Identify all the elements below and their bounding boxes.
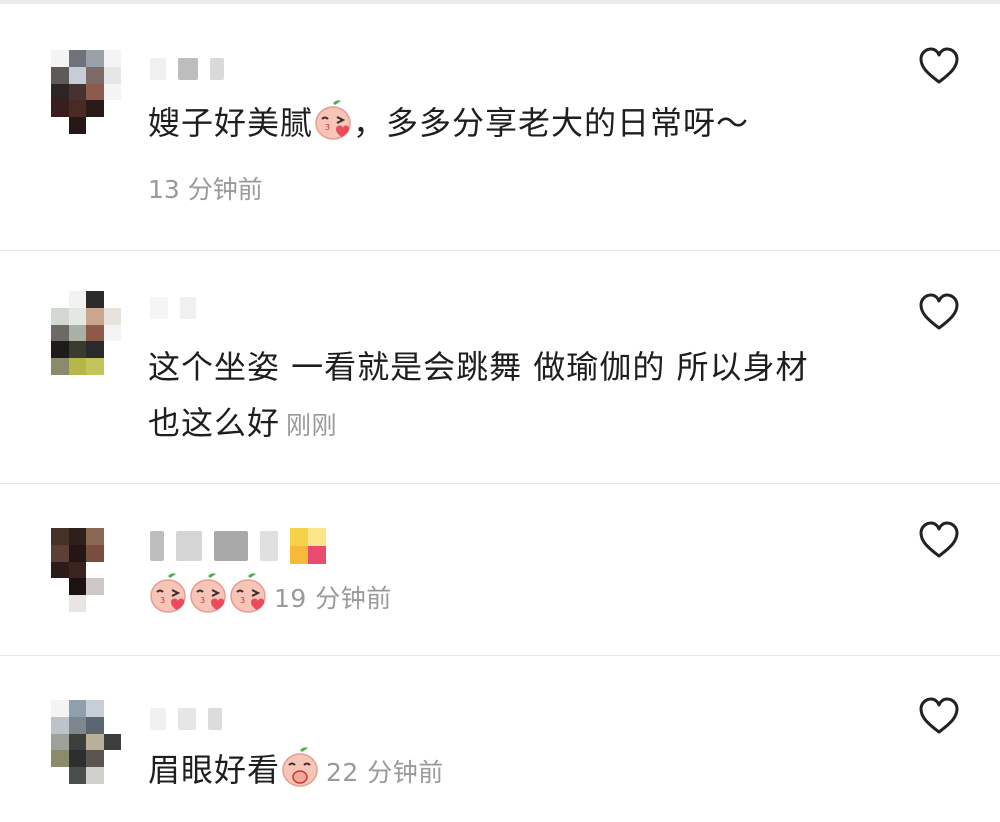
svg-text:3: 3 [200,596,206,605]
blushing-peach-emoji: 3 [313,98,353,142]
comment-item: 嫂子好美腻 3 ，多多分享老大的日常呀～ 13 分钟前 [0,0,1000,250]
comment-text-line2: 也这么好 [148,404,281,442]
svg-text:3: 3 [240,596,246,605]
username-blurred[interactable] [150,295,196,321]
comment-item: 这个坐姿 一看就是会跳舞 做瑜伽的 所以身材 也这么好 刚刚 [0,251,1000,483]
avatar[interactable] [51,700,121,784]
username-blurred[interactable] [150,706,222,732]
comment-text: 这个坐姿 一看就是会跳舞 做瑜伽的 所以身材 也这么好 刚刚 [148,339,809,454]
comment-text: 眉眼好看 22 分钟前 [148,742,444,801]
comment-timestamp: 刚刚 [286,411,338,440]
blushing-peach-emoji: 3 [148,571,188,615]
svg-text:3: 3 [325,123,331,132]
comment-text-body: 眉眼好看 [148,751,281,789]
comment-item: 眉眼好看 22 分钟前 [0,656,1000,822]
avatar[interactable] [51,528,121,612]
like-heart-icon[interactable] [918,46,960,86]
user-badge [290,528,326,564]
comment-text: 3 3 3 19 分钟前 [148,568,392,627]
username-blurred[interactable] [150,56,224,82]
comment-timestamp: 13 分钟前 [148,175,263,204]
comment-timestamp: 19 分钟前 [274,584,392,613]
comment-text-line1: 这个坐姿 一看就是会跳舞 做瑜伽的 所以身材 [148,348,809,386]
peach-thinking-emoji [280,745,320,789]
blushing-peach-emoji: 3 [228,571,268,615]
comment-feed: 嫂子好美腻 3 ，多多分享老大的日常呀～ 13 分钟前 这个坐姿 一看就是会跳舞 做… [0,0,1000,822]
blushing-peach-emoji: 3 [188,571,228,615]
avatar[interactable] [51,291,121,375]
username-blurred[interactable] [150,528,326,564]
svg-text:3: 3 [160,596,166,605]
comment-timestamp: 22 分钟前 [326,758,444,787]
like-heart-icon[interactable] [918,520,960,560]
comment-text-part2: ，多多分享老大的日常呀～ [353,104,750,142]
comment-text: 嫂子好美腻 3 ，多多分享老大的日常呀～ [148,95,749,151]
like-heart-icon[interactable] [918,292,960,332]
avatar[interactable] [51,50,121,134]
comment-text-part1: 嫂子好美腻 [148,104,314,142]
comment-item: 3 3 3 19 分钟前 [0,484,1000,654]
like-heart-icon[interactable] [918,696,960,736]
